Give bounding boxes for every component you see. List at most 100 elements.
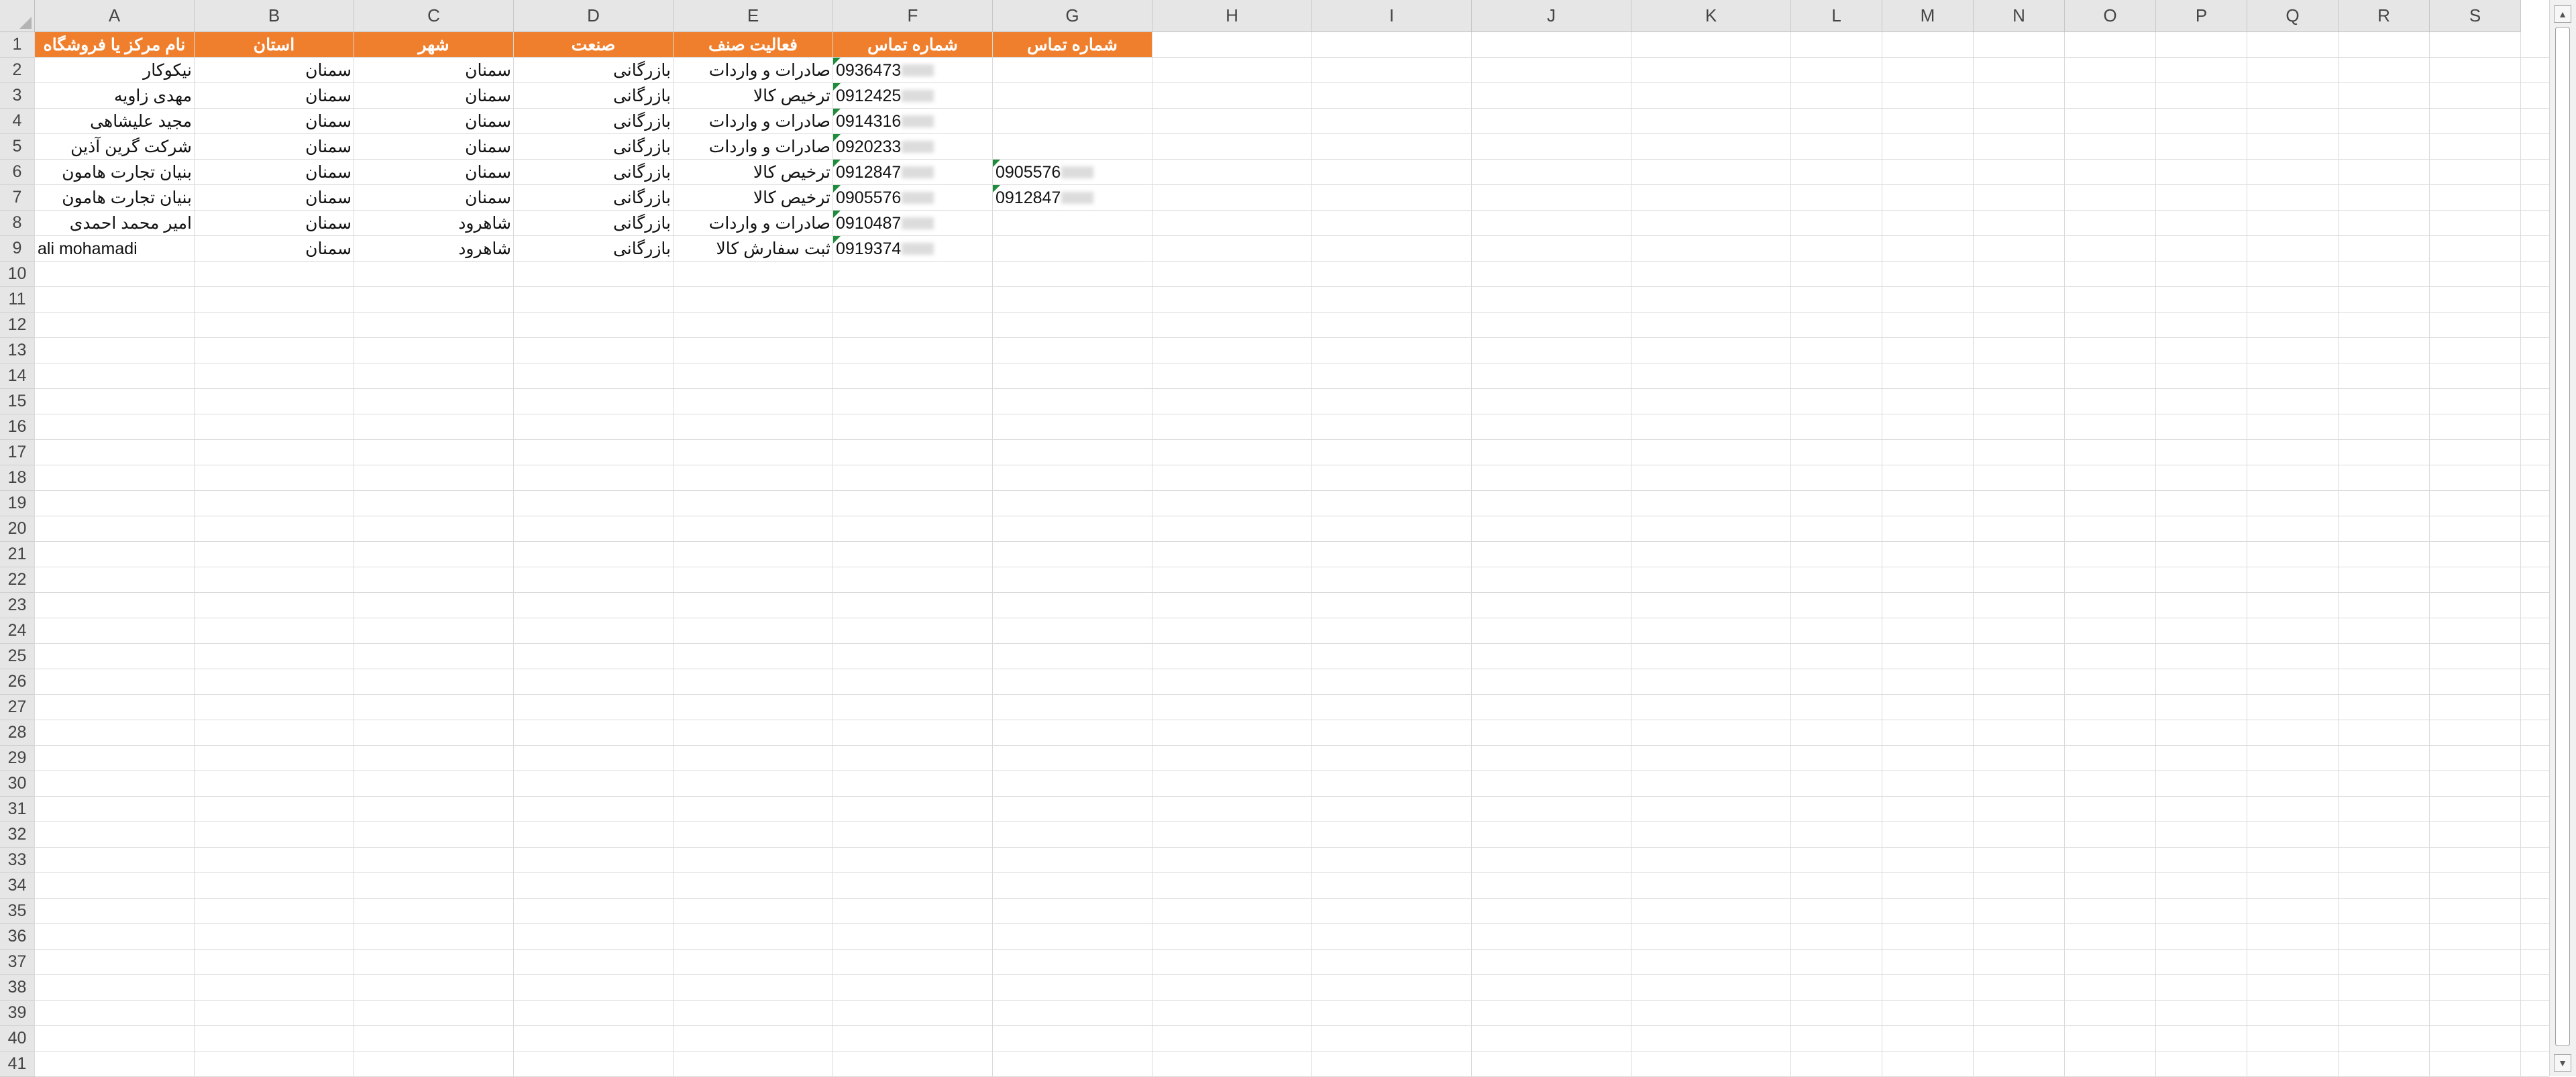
- column-header-f[interactable]: F: [833, 0, 993, 32]
- error-indicator-icon[interactable]: [993, 185, 1000, 192]
- cell-f4[interactable]: 0914316: [833, 109, 993, 134]
- row-header-10[interactable]: 10: [0, 262, 35, 287]
- cell-f2[interactable]: 0936473: [833, 58, 993, 83]
- cell-e3[interactable]: ترخیص کالا: [674, 83, 833, 109]
- column-header-c[interactable]: C: [354, 0, 514, 32]
- row-header-35[interactable]: 35: [0, 899, 35, 924]
- cell-c8[interactable]: شاهرود: [354, 211, 514, 236]
- cell-c2[interactable]: سمنان: [354, 58, 514, 83]
- cell-e7[interactable]: ترخیص کالا: [674, 185, 833, 211]
- cell-a2[interactable]: نیکوکار: [35, 58, 195, 83]
- cell-f8[interactable]: 0910487: [833, 211, 993, 236]
- error-indicator-icon[interactable]: [833, 185, 841, 192]
- row-header-24[interactable]: 24: [0, 618, 35, 644]
- cell-a4[interactable]: مجید علیشاهی: [35, 109, 195, 134]
- header-cell-b[interactable]: استان: [195, 32, 354, 58]
- cell-e5[interactable]: صادرات و واردات: [674, 134, 833, 160]
- row-header-25[interactable]: 25: [0, 644, 35, 669]
- scroll-up-button[interactable]: ▲: [2554, 5, 2571, 23]
- row-header-9[interactable]: 9: [0, 236, 35, 262]
- row-header-26[interactable]: 26: [0, 669, 35, 695]
- row-header-17[interactable]: 17: [0, 440, 35, 465]
- error-indicator-icon[interactable]: [993, 160, 1000, 167]
- row-header-29[interactable]: 29: [0, 746, 35, 771]
- cell-d4[interactable]: بازرگانی: [514, 109, 674, 134]
- cell-f7[interactable]: 0905576: [833, 185, 993, 211]
- row-header-41[interactable]: 41: [0, 1052, 35, 1077]
- column-header-k[interactable]: K: [1631, 0, 1791, 32]
- row-header-40[interactable]: 40: [0, 1026, 35, 1052]
- column-header-q[interactable]: Q: [2247, 0, 2339, 32]
- cell-b2[interactable]: سمنان: [195, 58, 354, 83]
- cell-b9[interactable]: سمنان: [195, 236, 354, 262]
- error-indicator-icon[interactable]: [833, 58, 841, 65]
- cell-b4[interactable]: سمنان: [195, 109, 354, 134]
- row-header-37[interactable]: 37: [0, 950, 35, 975]
- cell-g6[interactable]: 0905576: [993, 160, 1152, 185]
- row-header-14[interactable]: 14: [0, 363, 35, 389]
- column-header-s[interactable]: S: [2430, 0, 2521, 32]
- column-header-o[interactable]: O: [2065, 0, 2156, 32]
- row-header-13[interactable]: 13: [0, 338, 35, 363]
- row-header-38[interactable]: 38: [0, 975, 35, 1001]
- row-header-27[interactable]: 27: [0, 695, 35, 720]
- row-header-21[interactable]: 21: [0, 542, 35, 567]
- cell-b5[interactable]: سمنان: [195, 134, 354, 160]
- column-header-a[interactable]: A: [35, 0, 195, 32]
- cell-d2[interactable]: بازرگانی: [514, 58, 674, 83]
- cell-b8[interactable]: سمنان: [195, 211, 354, 236]
- cell-b3[interactable]: سمنان: [195, 83, 354, 109]
- scrollbar-thumb[interactable]: [2555, 27, 2570, 1046]
- row-header-15[interactable]: 15: [0, 389, 35, 414]
- cell-a6[interactable]: بنیان تجارت هامون: [35, 160, 195, 185]
- row-header-39[interactable]: 39: [0, 1001, 35, 1026]
- row-header-16[interactable]: 16: [0, 414, 35, 440]
- cell-c9[interactable]: شاهرود: [354, 236, 514, 262]
- error-indicator-icon[interactable]: [833, 236, 841, 243]
- row-header-33[interactable]: 33: [0, 848, 35, 873]
- column-header-d[interactable]: D: [514, 0, 674, 32]
- header-cell-d[interactable]: صنعت: [514, 32, 674, 58]
- column-header-l[interactable]: L: [1791, 0, 1882, 32]
- column-header-h[interactable]: H: [1152, 0, 1312, 32]
- vertical-scrollbar[interactable]: ▲ ▼: [2549, 0, 2576, 1076]
- cell-f5[interactable]: 0920233: [833, 134, 993, 160]
- row-header-4[interactable]: 4: [0, 109, 35, 134]
- column-header-i[interactable]: I: [1312, 0, 1472, 32]
- row-header-34[interactable]: 34: [0, 873, 35, 899]
- row-header-7[interactable]: 7: [0, 185, 35, 211]
- column-header-b[interactable]: B: [195, 0, 354, 32]
- column-header-g[interactable]: G: [993, 0, 1152, 32]
- error-indicator-icon[interactable]: [833, 211, 841, 218]
- select-all-corner[interactable]: [0, 0, 35, 32]
- row-header-8[interactable]: 8: [0, 211, 35, 236]
- row-header-36[interactable]: 36: [0, 924, 35, 950]
- cell-c5[interactable]: سمنان: [354, 134, 514, 160]
- cell-f3[interactable]: 0912425: [833, 83, 993, 109]
- column-header-p[interactable]: P: [2156, 0, 2247, 32]
- row-header-31[interactable]: 31: [0, 797, 35, 822]
- cell-c6[interactable]: سمنان: [354, 160, 514, 185]
- cell-f6[interactable]: 0912847: [833, 160, 993, 185]
- cell-d9[interactable]: بازرگانی: [514, 236, 674, 262]
- column-header-m[interactable]: M: [1882, 0, 1974, 32]
- column-header-n[interactable]: N: [1974, 0, 2065, 32]
- header-cell-f[interactable]: شماره تماس: [833, 32, 993, 58]
- row-header-22[interactable]: 22: [0, 567, 35, 593]
- cell-c3[interactable]: سمنان: [354, 83, 514, 109]
- cell-a9[interactable]: ali mohamadi: [35, 236, 195, 262]
- row-header-18[interactable]: 18: [0, 465, 35, 491]
- cell-d5[interactable]: بازرگانی: [514, 134, 674, 160]
- row-header-23[interactable]: 23: [0, 593, 35, 618]
- cell-e9[interactable]: ثبت سفارش کالا: [674, 236, 833, 262]
- header-cell-e[interactable]: فعالیت صنف: [674, 32, 833, 58]
- cell-a7[interactable]: بنیان تجارت هامون: [35, 185, 195, 211]
- row-header-20[interactable]: 20: [0, 516, 35, 542]
- row-header-11[interactable]: 11: [0, 287, 35, 313]
- cell-f9[interactable]: 0919374: [833, 236, 993, 262]
- column-header-j[interactable]: J: [1472, 0, 1631, 32]
- row-header-5[interactable]: 5: [0, 134, 35, 160]
- row-header-32[interactable]: 32: [0, 822, 35, 848]
- cell-e8[interactable]: صادرات و واردات: [674, 211, 833, 236]
- cell-d8[interactable]: بازرگانی: [514, 211, 674, 236]
